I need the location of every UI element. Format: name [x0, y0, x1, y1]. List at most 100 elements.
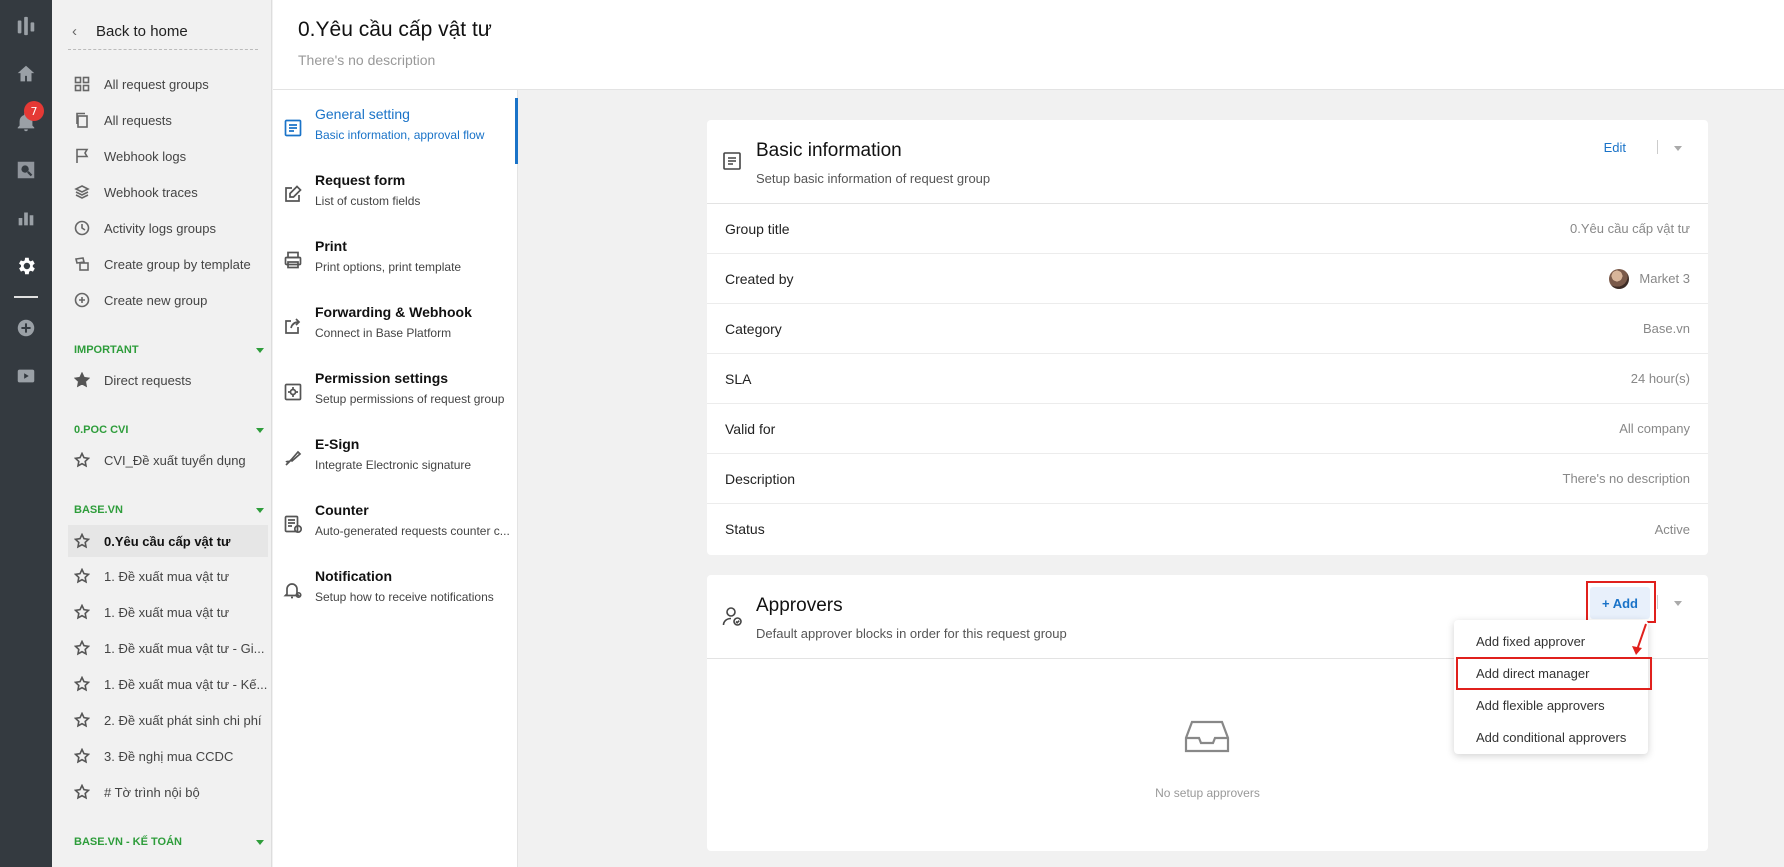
- settings-item-notification[interactable]: Notification Setup how to receive notifi…: [273, 562, 518, 618]
- settings-item-desc: Basic information, approval flow: [315, 128, 485, 142]
- search-icon[interactable]: [10, 154, 42, 186]
- share-icon: [285, 318, 301, 334]
- back-to-home-link[interactable]: ‹ Back to home: [68, 14, 258, 50]
- card-desc: Default approver blocks in order for thi…: [756, 626, 1067, 641]
- gear-icon[interactable]: [10, 250, 42, 282]
- annotation-arrow: [1632, 623, 1647, 655]
- settings-item-desc: Setup how to receive notifications: [315, 590, 494, 604]
- counter-icon: [284, 515, 303, 534]
- settings-item-desc: Setup permissions of request group: [315, 392, 505, 406]
- menu-item-add-flexible-approvers[interactable]: Add flexible approvers: [1454, 690, 1648, 722]
- settings-item-general[interactable]: General setting Basic information, appro…: [273, 98, 518, 164]
- star-icon: [74, 712, 90, 728]
- template-icon: [75, 257, 89, 271]
- info-key: Description: [725, 470, 796, 487]
- settings-item-permission[interactable]: Permission settings Setup permissions of…: [273, 364, 518, 420]
- sidebar-item-group-1[interactable]: 1. Đề xuất mua vật tư: [68, 561, 268, 591]
- user-check-icon: [722, 607, 742, 626]
- sidebar-item-direct-requests[interactable]: Direct requests: [68, 365, 268, 395]
- settings-item-counter[interactable]: Counter Auto-generated requests counter …: [273, 496, 518, 552]
- sidebar-item-label: # Tờ trình nội bộ: [104, 784, 200, 800]
- info-value: Market 3: [1639, 271, 1690, 286]
- sidebar-item-group-6[interactable]: 3. Đề nghị mua CCDC: [68, 741, 268, 771]
- section-header-base-vn-ke-toan[interactable]: BASE.VN - KẾ TOÁN: [74, 836, 264, 848]
- info-row-status: Status Active: [707, 504, 1708, 554]
- sidebar-item-group-5[interactable]: 2. Đề xuất phát sinh chi phí: [68, 705, 268, 735]
- page-subtitle: There's no description: [298, 52, 436, 68]
- sidebar-item-group-4[interactable]: 1. Đề xuất mua vật tư - Kế...: [68, 669, 268, 699]
- sidebar-item-cvi-de-xuat[interactable]: CVI_Đề xuất tuyển dụng: [68, 445, 268, 475]
- caret-down-icon: [256, 507, 264, 513]
- app-rail: 7: [0, 0, 52, 867]
- sidebar-item-create-group-by-template[interactable]: Create group by template: [68, 249, 268, 279]
- info-value-wrap: Market 3: [1609, 268, 1690, 289]
- sidebar-item-group-7[interactable]: # Tờ trình nội bộ: [68, 777, 268, 807]
- section-header-base-vn[interactable]: BASE.VN: [74, 504, 264, 516]
- settings-item-desc: Connect in Base Platform: [315, 326, 452, 340]
- sidebar-item-group-0[interactable]: 0.Yêu cầu cấp vật tư: [68, 525, 268, 557]
- caret-down-icon[interactable]: [1674, 601, 1682, 606]
- section-header-important[interactable]: IMPORTANT: [74, 344, 264, 356]
- settings-item-desc: List of custom fields: [315, 194, 421, 208]
- page-title: 0.Yêu cầu cấp vật tư: [298, 18, 492, 41]
- info-value: 0.Yêu cầu cấp vật tư: [1570, 221, 1690, 236]
- sidebar-item-label: 1. Đề xuất mua vật tư: [104, 604, 230, 620]
- info-value: 24 hour(s): [1630, 371, 1690, 386]
- bell-settings-icon: [283, 583, 302, 599]
- settings-item-request-form[interactable]: Request form List of custom fields: [273, 166, 518, 222]
- sidebar-item-label: Create group by template: [104, 256, 251, 272]
- back-label: Back to home: [96, 23, 188, 40]
- caret-down-icon[interactable]: [1674, 146, 1682, 151]
- sidebar-item-all-requests[interactable]: All requests: [68, 105, 268, 135]
- settings-item-title: Notification: [315, 568, 392, 584]
- document-icon: [723, 152, 741, 170]
- info-key: SLA: [725, 370, 752, 387]
- sidebar-item-activity-logs-groups[interactable]: Activity logs groups: [68, 213, 268, 243]
- settings-item-forwarding[interactable]: Forwarding & Webhook Connect in Base Pla…: [273, 298, 518, 354]
- sidebar-item-label: CVI_Đề xuất tuyển dụng: [104, 452, 246, 468]
- bar-chart-icon[interactable]: [10, 202, 42, 234]
- sidebar: ‹ Back to home All request groups All re…: [52, 0, 272, 867]
- document-icon: [284, 119, 302, 137]
- section-title: 0.POC CVI: [74, 424, 129, 436]
- home-icon[interactable]: [10, 58, 42, 90]
- inbox-icon: [1184, 720, 1230, 753]
- edit-button[interactable]: Edit: [1604, 140, 1626, 155]
- sidebar-item-webhook-logs[interactable]: Webhook logs: [68, 141, 268, 171]
- sidebar-item-label: All request groups: [104, 76, 209, 92]
- sidebar-item-create-new-group[interactable]: Create new group: [68, 285, 268, 315]
- divider: [1657, 595, 1658, 609]
- settings-item-desc: Auto-generated requests counter c...: [315, 524, 510, 538]
- menu-item-add-conditional-approvers[interactable]: Add conditional approvers: [1454, 722, 1648, 754]
- menu-item-add-fixed-approver[interactable]: Add fixed approver: [1454, 626, 1648, 658]
- video-icon[interactable]: [10, 360, 42, 392]
- info-key: Status: [725, 521, 765, 537]
- grid-icon: [74, 76, 90, 92]
- info-key: Category: [725, 320, 782, 337]
- sidebar-item-label: Direct requests: [104, 372, 192, 388]
- info-row-group-title: Group title 0.Yêu cầu cấp vật tư: [707, 204, 1708, 254]
- settings-item-title: Permission settings: [315, 370, 449, 386]
- base-logo-icon[interactable]: [10, 10, 42, 42]
- sidebar-item-webhook-traces[interactable]: Webhook traces: [68, 177, 268, 207]
- star-icon: [74, 784, 90, 800]
- sidebar-item-all-request-groups[interactable]: All request groups: [68, 69, 268, 99]
- star-icon: [74, 452, 90, 468]
- sidebar-item-group-3[interactable]: 1. Đề xuất mua vật tư - Gi...: [68, 633, 268, 663]
- basic-info-card: Basic information Setup basic informatio…: [707, 120, 1708, 555]
- plus-circle-icon: [74, 292, 90, 308]
- sidebar-item-label: Create new group: [104, 292, 208, 308]
- plus-circle-icon[interactable]: [10, 312, 42, 344]
- section-title: BASE.VN: [74, 504, 123, 516]
- section-header-poc-cvi[interactable]: 0.POC CVI: [74, 424, 264, 436]
- star-icon: [74, 748, 90, 764]
- info-row-category: Category Base.vn: [707, 304, 1708, 354]
- layers-icon: [74, 185, 90, 199]
- sidebar-item-group-2[interactable]: 1. Đề xuất mua vật tư: [68, 597, 268, 627]
- sidebar-item-label: Activity logs groups: [104, 220, 216, 236]
- chevron-left-icon: ‹: [72, 23, 77, 40]
- star-icon: [74, 568, 90, 584]
- settings-item-esign[interactable]: E-Sign Integrate Electronic signature: [273, 430, 518, 486]
- settings-item-print[interactable]: Print Print options, print template: [273, 232, 518, 288]
- highlight-box: [1456, 657, 1652, 690]
